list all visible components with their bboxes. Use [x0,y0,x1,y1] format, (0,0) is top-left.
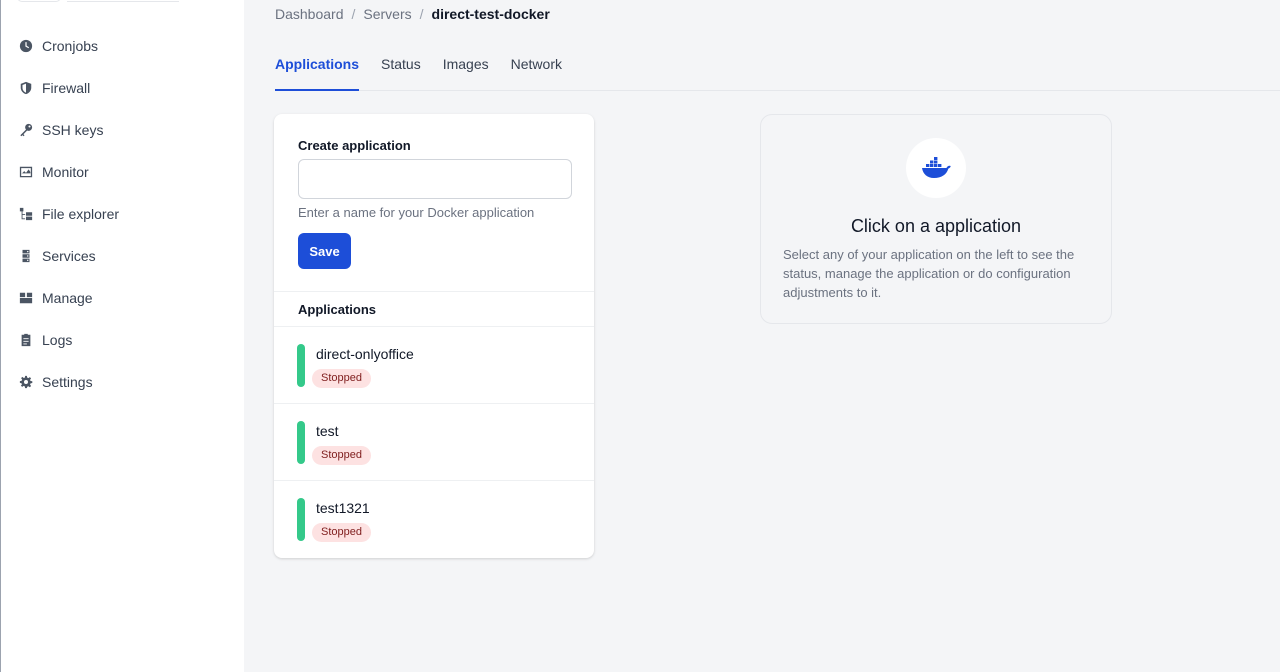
application-name: direct-onlyoffice [316,346,414,362]
sidebar-item-file-explorer[interactable]: File explorer [1,193,244,235]
docker-icon [922,157,951,178]
breadcrumb-current: direct-test-docker [431,6,550,22]
application-name: test [316,423,339,439]
gear-icon [18,375,33,390]
sidebar-item-settings[interactable]: Settings [1,361,244,403]
sidebar-item-label: Services [42,248,96,264]
empty-state-panel: Click on a application Select any of you… [760,114,1112,324]
tab-applications[interactable]: Applications [275,47,360,91]
application-item[interactable]: test Stopped [274,404,594,481]
sidebar-item-manage[interactable]: Manage [1,277,244,319]
sidebar-item-cronjobs[interactable]: Cronjobs [1,25,244,67]
breadcrumb-dashboard[interactable]: Dashboard [275,6,344,22]
sidebar-item-label: Firewall [42,80,91,96]
sidebar-item-label: Manage [42,290,93,306]
sidebar-nav: Cronjobs Firewall SSH keys Monitor File … [1,25,244,403]
status-badge: Stopped [312,446,371,465]
application-item[interactable]: test1321 Stopped [274,481,594,558]
key-icon [18,123,33,138]
application-list: direct-onlyoffice Stopped test Stopped t… [274,327,594,558]
clock-icon [18,39,33,54]
sidebar-item-monitor[interactable]: Monitor [1,151,244,193]
empty-state-description: Select any of your application on the le… [783,247,1075,300]
empty-state-title: Click on a application [850,216,1022,236]
application-name-help: Enter a name for your Docker application [298,205,535,220]
application-name: test1321 [316,500,370,516]
breadcrumb: Dashboard / Servers / direct-test-docker [275,6,550,22]
save-button[interactable]: Save [298,233,351,269]
sidebar-item-logs[interactable]: Logs [1,319,244,361]
sidebar-top-field[interactable] [67,0,179,2]
folder-tree-icon [18,207,33,222]
clipboard-icon [18,333,33,348]
tab-network[interactable]: Network [511,47,562,91]
status-badge: Stopped [312,523,371,542]
server-icon [18,249,33,264]
status-indicator-bar [297,498,305,541]
breadcrumb-separator: / [419,6,424,22]
status-indicator-bar [297,421,305,464]
sidebar-item-label: Settings [42,374,93,390]
application-name-input[interactable] [298,159,572,199]
sidebar-item-ssh-keys[interactable]: SSH keys [1,109,244,151]
docker-icon-circle [906,138,966,198]
status-badge: Stopped [312,369,371,388]
applications-header: Applications [274,291,594,327]
tab-images[interactable]: Images [443,47,489,91]
box-icon [18,291,33,306]
sidebar-top-controls [17,0,179,2]
create-application-label: Create application [298,138,411,153]
sidebar-item-label: Cronjobs [42,38,99,54]
status-indicator-bar [297,344,305,387]
shield-icon [18,81,33,96]
sidebar-item-firewall[interactable]: Firewall [1,67,244,109]
tab-status[interactable]: Status [381,47,421,91]
create-application-form: Create application Enter a name for your… [298,138,572,269]
sidebar-item-label: SSH keys [42,122,104,138]
breadcrumb-separator: / [351,6,356,22]
applications-card: Create application Enter a name for your… [274,114,594,558]
application-item[interactable]: direct-onlyoffice Stopped [274,327,594,404]
sidebar-item-label: Logs [42,332,73,348]
sidebar-item-label: File explorer [42,206,120,222]
sidebar: Cronjobs Firewall SSH keys Monitor File … [0,0,244,672]
main-content: Dashboard / Servers / direct-test-docker… [244,0,1280,672]
sidebar-item-services[interactable]: Services [1,235,244,277]
sidebar-top-button[interactable] [17,0,61,2]
breadcrumb-servers[interactable]: Servers [363,6,411,22]
monitor-icon [18,165,33,180]
tab-bar: Applications Status Images Network [275,47,1280,91]
sidebar-item-label: Monitor [42,164,89,180]
